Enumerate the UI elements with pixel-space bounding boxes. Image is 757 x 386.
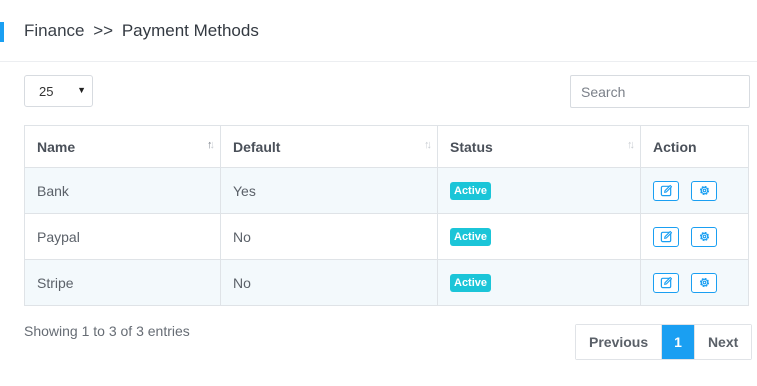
- gear-icon: [699, 185, 709, 196]
- edit-button[interactable]: [653, 226, 679, 247]
- page-size-value: 25: [39, 84, 54, 99]
- cell-status: Active: [437, 167, 641, 214]
- table-header-row: Name ↑↓ Default ↑↓ Status ↑↓ Action: [24, 125, 749, 168]
- cell-default: No: [220, 259, 438, 306]
- pagination: Previous 1 Next: [575, 324, 753, 360]
- cell-status: Active: [437, 213, 641, 260]
- edit-icon: [660, 276, 672, 289]
- cell-name: Bank: [24, 167, 221, 214]
- status-badge: Active: [450, 274, 492, 292]
- edit-button[interactable]: [653, 272, 679, 293]
- sort-icon: ↑↓: [424, 139, 432, 151]
- table-info: Showing 1 to 3 of 3 entries: [24, 323, 190, 339]
- settings-button[interactable]: [691, 272, 717, 293]
- sort-icon: ↑↓: [207, 139, 215, 151]
- cell-default: Yes: [220, 167, 438, 214]
- breadcrumb-separator: >>: [93, 21, 114, 40]
- status-badge: Active: [450, 228, 492, 246]
- column-header-default[interactable]: Default ↑↓: [220, 125, 438, 168]
- column-header-status[interactable]: Status ↑↓: [437, 125, 641, 168]
- status-badge: Active: [450, 182, 492, 200]
- next-page-button[interactable]: Next: [693, 325, 752, 359]
- sort-icon: ↑↓: [627, 139, 635, 151]
- cell-action: [640, 259, 749, 306]
- page-1-button[interactable]: 1: [662, 325, 694, 359]
- header-accent-bar: [0, 22, 4, 42]
- settings-button[interactable]: [691, 180, 717, 201]
- breadcrumb-root[interactable]: Finance: [24, 21, 84, 40]
- page-size-select[interactable]: 25 ▼: [24, 75, 93, 107]
- page-header: Finance >> Payment Methods: [0, 0, 757, 62]
- cell-action: [640, 167, 749, 214]
- column-label: Name: [37, 138, 76, 155]
- previous-page-button[interactable]: Previous: [576, 325, 663, 359]
- edit-icon: [660, 184, 672, 197]
- edit-button[interactable]: [653, 180, 679, 201]
- settings-button[interactable]: [691, 226, 717, 247]
- cell-default: No: [220, 213, 438, 260]
- breadcrumb: Finance >> Payment Methods: [24, 21, 259, 41]
- breadcrumb-current: Payment Methods: [121, 21, 259, 40]
- column-header-action: Action: [640, 125, 749, 168]
- table-row: Bank Yes Active: [24, 167, 749, 214]
- table-row: Paypal No Active: [24, 213, 749, 260]
- column-header-name[interactable]: Name ↑↓: [24, 125, 221, 168]
- search-input[interactable]: [570, 75, 750, 108]
- gear-icon: [699, 277, 709, 288]
- table-row: Stripe No Active: [24, 259, 749, 306]
- payment-methods-table: Name ↑↓ Default ↑↓ Status ↑↓ Action Bank…: [24, 125, 749, 306]
- chevron-down-icon: ▼: [77, 85, 86, 95]
- column-label: Status: [450, 138, 493, 155]
- cell-name: Paypal: [24, 213, 221, 260]
- cell-name: Stripe: [24, 259, 221, 306]
- column-label: Action: [653, 138, 697, 155]
- column-label: Default: [233, 138, 281, 155]
- edit-icon: [660, 230, 672, 243]
- cell-action: [640, 213, 749, 260]
- cell-status: Active: [437, 259, 641, 306]
- gear-icon: [699, 231, 709, 242]
